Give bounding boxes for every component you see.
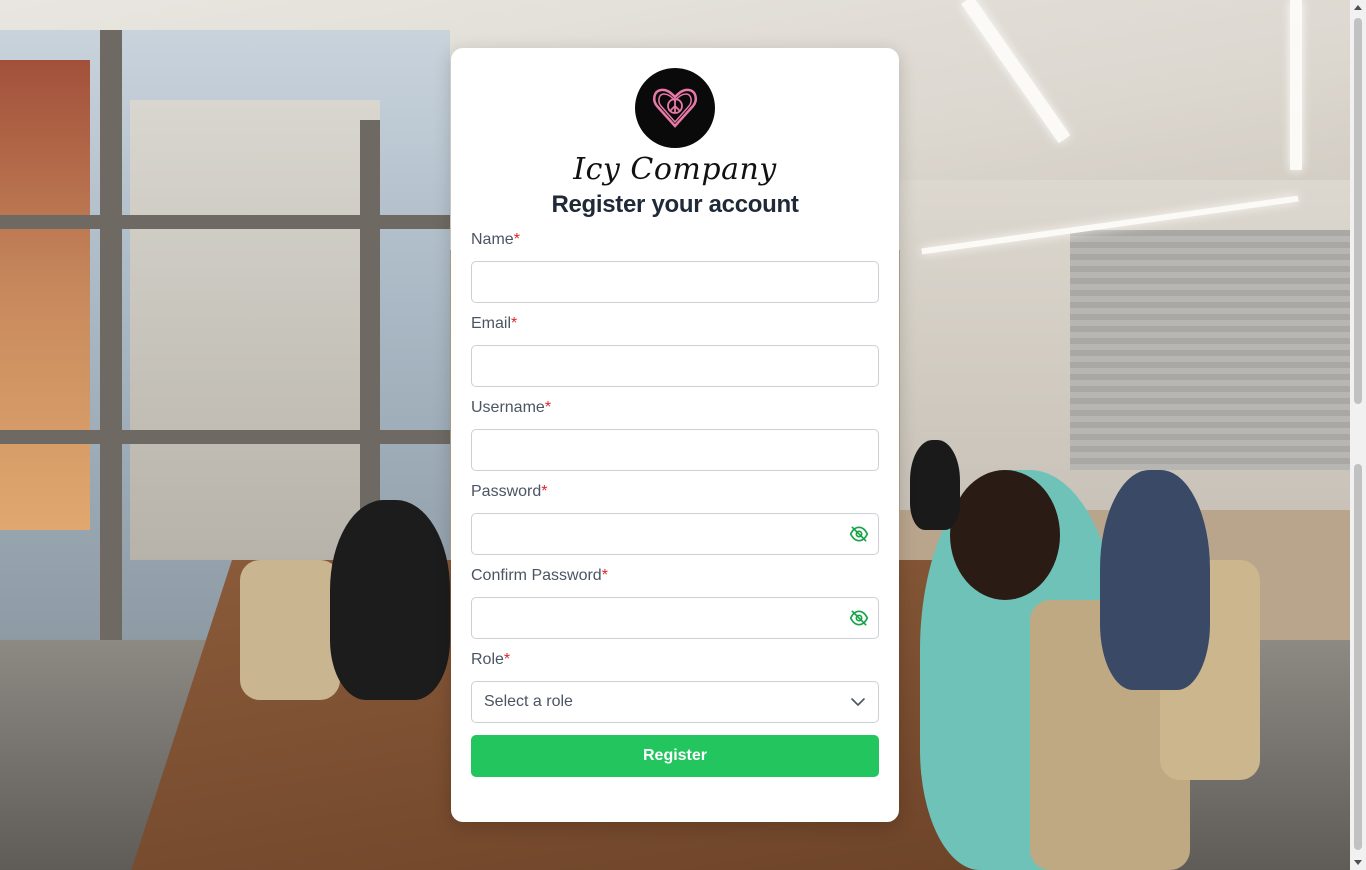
password-input[interactable] [471, 513, 879, 555]
scrollbar-thumb[interactable] [1354, 18, 1362, 404]
name-label: Name* [471, 231, 520, 248]
name-input[interactable] [471, 261, 879, 303]
confirm-password-label: Confirm Password* [471, 567, 608, 584]
email-label: Email* [471, 315, 518, 332]
register-button[interactable]: Register [471, 735, 879, 777]
required-marker: * [513, 231, 520, 248]
chevron-down-icon [851, 698, 865, 706]
company-name: Icy Company [573, 152, 777, 187]
role-label: Role* [471, 651, 511, 668]
required-marker: * [601, 567, 608, 584]
role-select-placeholder: Select a role [484, 693, 573, 710]
eye-off-icon[interactable] [849, 608, 869, 628]
email-input[interactable] [471, 345, 879, 387]
password-field-group: Password* [471, 483, 879, 555]
confirm-password-input[interactable] [471, 597, 879, 639]
scrollbar-thumb-lower[interactable] [1354, 464, 1362, 850]
role-field-group: Role* Select a role [471, 651, 879, 723]
scroll-down-arrow-icon[interactable] [1354, 860, 1362, 865]
required-marker: * [541, 483, 548, 500]
register-card: Icy Company Register your account Name* … [451, 48, 899, 822]
username-input[interactable] [471, 429, 879, 471]
company-logo [635, 68, 715, 148]
username-field-group: Username* [471, 399, 879, 471]
required-marker: * [511, 315, 518, 332]
eye-off-icon[interactable] [849, 524, 869, 544]
required-marker: * [544, 399, 552, 416]
username-label: Username* [471, 399, 552, 416]
password-label: Password* [471, 483, 548, 500]
role-select[interactable]: Select a role [471, 681, 879, 723]
name-field-group: Name* [471, 231, 879, 303]
page-scrollbar[interactable] [1350, 0, 1366, 870]
confirm-password-field-group: Confirm Password* [471, 567, 879, 639]
email-field-group: Email* [471, 315, 879, 387]
required-marker: * [503, 651, 511, 668]
heart-peace-icon [652, 88, 698, 128]
scroll-up-arrow-icon[interactable] [1354, 5, 1362, 10]
page-title: Register your account [551, 191, 799, 218]
